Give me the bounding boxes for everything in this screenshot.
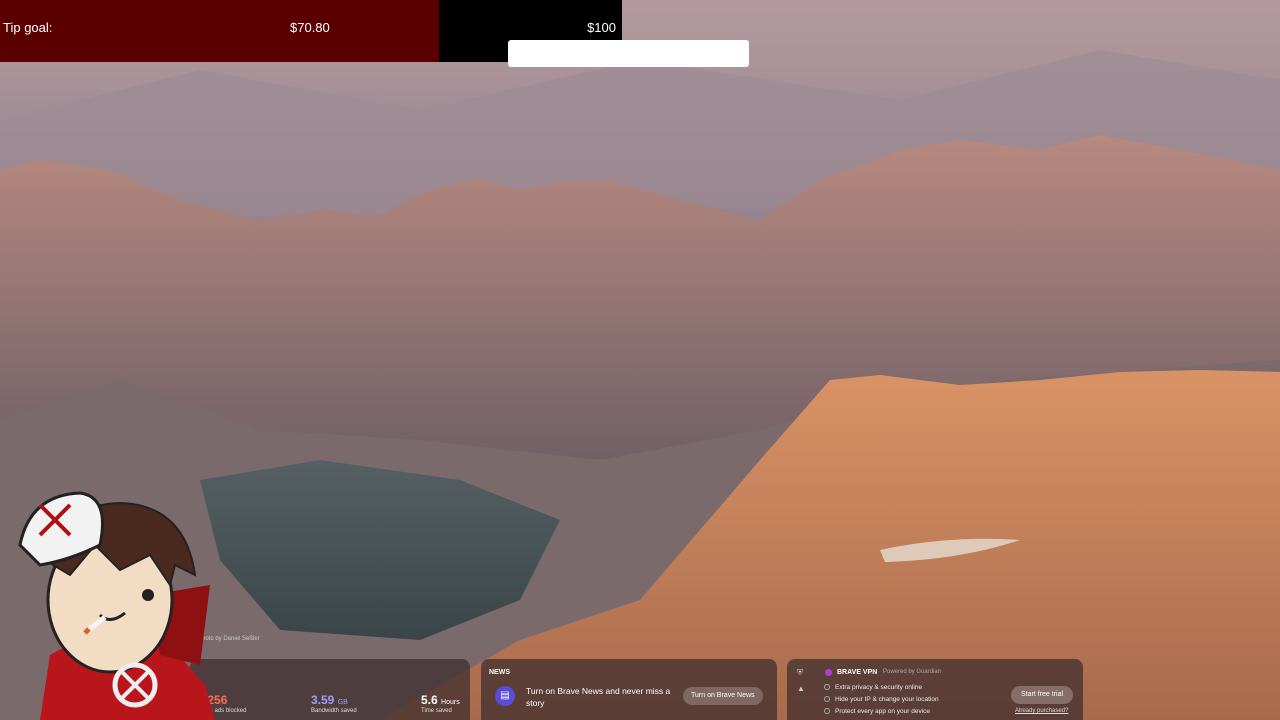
start-free-trial-button[interactable]: Start free trial xyxy=(1011,686,1074,704)
vpn-title: BRAVE VPN xyxy=(837,669,878,676)
vpn-powered-by: Powered by Guardian xyxy=(883,669,942,675)
bandwidth-saved-label: Bandwidth saved xyxy=(311,708,357,714)
news-promo-text: Turn on Brave News and never miss a stor… xyxy=(526,686,671,708)
check-circle-icon xyxy=(824,696,830,703)
already-purchased-link[interactable]: Already purchased? xyxy=(1015,708,1068,714)
tip-goal-current: $70.80 xyxy=(290,20,330,35)
tip-goal-target: $100 xyxy=(587,20,616,35)
news-icon: ▤ xyxy=(495,686,515,706)
vpn-side-icons: ⛨ ▲ xyxy=(797,665,805,697)
vpn-logo-icon xyxy=(825,669,832,676)
tip-goal-progress xyxy=(0,0,440,62)
check-circle-icon xyxy=(824,684,830,691)
stats-widget: 398,256 Trackers & ads blocked 3.59 GB B… xyxy=(184,659,470,720)
vpn-feature: Protect every app on your device xyxy=(824,708,930,715)
news-widget: NEWS ▤ Turn on Brave News and never miss… xyxy=(481,659,777,720)
news-title: NEWS xyxy=(489,669,510,676)
time-saved-value: 5.6 Hours xyxy=(421,693,460,707)
tip-goal-label: Tip goal: xyxy=(3,20,53,35)
vpn-widget: ⛨ ▲ BRAVE VPN Powered by Guardian Extra … xyxy=(787,659,1083,720)
warning-icon: ▲ xyxy=(797,684,805,693)
streamer-avatar xyxy=(18,491,215,720)
vpn-feature: Extra privacy & security online xyxy=(824,684,922,691)
shield-icon: ⛨ xyxy=(797,668,803,677)
bandwidth-saved-value: 3.59 GB xyxy=(311,693,348,707)
vpn-feature: Hide your IP & change your location xyxy=(824,696,939,703)
search-input[interactable] xyxy=(508,40,749,67)
turn-on-news-button[interactable]: Turn on Brave News xyxy=(683,687,763,705)
time-saved-label: Time saved xyxy=(421,708,452,714)
check-circle-icon xyxy=(824,708,830,715)
